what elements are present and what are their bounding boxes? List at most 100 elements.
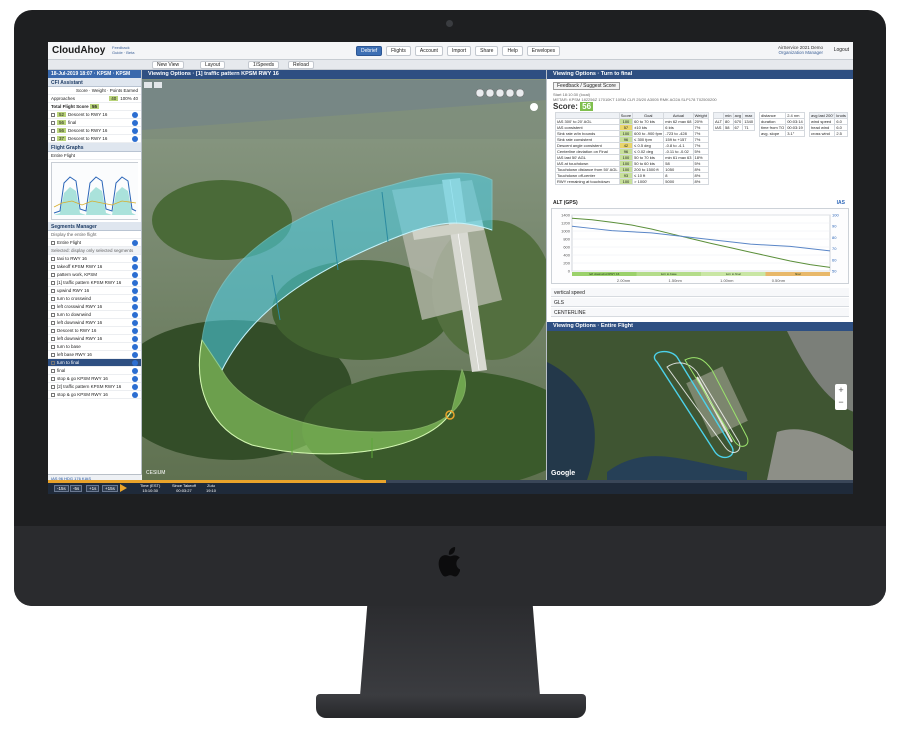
timeline-track[interactable] <box>48 480 853 483</box>
checkbox[interactable] <box>51 256 55 261</box>
segment-item[interactable]: final <box>48 367 141 375</box>
info-icon[interactable] <box>132 344 138 350</box>
segment-item[interactable]: stop & go KPSM RWY 16 <box>48 391 141 399</box>
entire-flight-item[interactable]: Entire Flight <box>48 239 141 247</box>
info-icon[interactable] <box>132 320 138 326</box>
checkbox[interactable] <box>51 280 55 285</box>
cesium-credit[interactable]: CESIUM <box>146 470 165 476</box>
flight-graphs-sub[interactable]: Entire Flight <box>48 152 141 160</box>
checkbox[interactable] <box>51 272 55 277</box>
centerline-row[interactable]: CENTERLINE <box>551 308 849 317</box>
info-icon[interactable] <box>132 360 138 366</box>
checkbox[interactable] <box>51 288 55 293</box>
map-zoom-control[interactable]: + − <box>835 384 847 410</box>
back-5s-button[interactable]: -5s <box>70 485 83 492</box>
info-icon[interactable] <box>132 280 138 286</box>
alt-chart-label[interactable]: ALT (GPS) <box>553 200 578 206</box>
checkbox[interactable] <box>51 328 55 333</box>
checkbox[interactable] <box>51 264 55 269</box>
info-icon[interactable] <box>132 272 138 278</box>
cfi-assistant-title[interactable]: CFI Assistant <box>48 78 141 87</box>
gls-row[interactable]: GLS <box>551 298 849 307</box>
vertical-speed-row[interactable]: vertical speed <box>551 288 849 297</box>
info-icon[interactable] <box>132 288 138 294</box>
segment-item[interactable]: left base RWY 16 <box>48 351 141 359</box>
checkbox[interactable] <box>51 376 55 381</box>
checkbox[interactable] <box>51 392 55 397</box>
ias-chart-label[interactable]: IAS <box>837 200 845 206</box>
segment-item[interactable]: turn to crosswind <box>48 295 141 303</box>
info-icon[interactable] <box>132 368 138 374</box>
segment-item[interactable]: stop & go KPSM RWY 16 <box>48 375 141 383</box>
3d-view[interactable]: Viewing Options · [1] traffic pattern KP… <box>142 70 546 480</box>
nav-envelopes[interactable]: Envelopes <box>526 46 561 56</box>
segment-item[interactable]: left downwind RWY 16 <box>48 319 141 327</box>
segment-item[interactable]: takeoff KPSM RWY 16 <box>48 263 141 271</box>
score-item[interactable]: 37 Descent to RWY 16 <box>48 135 141 143</box>
info-icon[interactable] <box>132 264 138 270</box>
info-icon[interactable] <box>132 336 138 342</box>
new-view-button[interactable]: New View <box>152 61 185 69</box>
segment-item[interactable]: [1] traffic pattern KPSM RWY 16 <box>48 279 141 287</box>
checkbox[interactable] <box>51 336 55 341</box>
info-icon[interactable] <box>132 256 138 262</box>
info-icon[interactable] <box>132 328 138 334</box>
checkbox[interactable] <box>51 312 55 317</box>
zoom-in-button[interactable]: + <box>835 384 847 396</box>
nav-flights[interactable]: Flights <box>386 46 411 56</box>
nav-import[interactable]: Import <box>446 46 472 56</box>
forward-1s-button[interactable]: +1s <box>86 485 100 492</box>
layout-button[interactable]: Layout <box>200 61 226 69</box>
checkbox[interactable] <box>51 352 55 357</box>
map-view[interactable]: Viewing Options · Entire Flight + − Goog… <box>546 322 853 480</box>
alt-ias-chart[interactable]: 0 200 400 600 800 1000 1200 1400 50 60 70 80 90 100 le… <box>551 208 849 284</box>
info-icon[interactable] <box>132 352 138 358</box>
nav-debrief[interactable]: Debrief <box>356 46 383 56</box>
segment-item[interactable]: pattern work, KPSM <box>48 271 141 279</box>
segment-item[interactable]: left crosswind RWY 16 <box>48 303 141 311</box>
segment-item[interactable]: Descent to RWY 16 <box>48 327 141 335</box>
reload-button[interactable]: Reload <box>288 61 314 69</box>
flight-header[interactable]: 18-Jul-2019 18:07 · KPSM · KPSM <box>48 70 141 78</box>
info-icon[interactable] <box>132 376 138 382</box>
zoom-out-button[interactable]: − <box>835 396 847 408</box>
speeds-button[interactable]: 1\Speeds <box>248 61 280 69</box>
nav-account[interactable]: Account <box>414 46 443 56</box>
score-item[interactable]: 56 Descent to RWY 16 <box>48 127 141 135</box>
segment-item[interactable]: left downwind RWY 16 <box>48 335 141 343</box>
info-icon[interactable] <box>132 312 138 318</box>
viewing-options-tab[interactable]: Viewing Options <box>553 323 596 329</box>
nav-share[interactable]: Share <box>475 46 499 56</box>
segment-item[interactable]: turn to base <box>48 343 141 351</box>
user-info[interactable]: AirService 2021 Demo Organization Manage… <box>778 45 823 55</box>
viewing-options-tab[interactable]: Viewing Options <box>553 71 596 77</box>
score-item[interactable]: 52 Descent to RWY 16 <box>48 111 141 119</box>
play-icon[interactable] <box>120 484 127 492</box>
feedback-button[interactable]: Feedback / Suggest Score <box>553 82 620 90</box>
info-icon[interactable] <box>132 304 138 310</box>
segment-item[interactable]: taxi to RWY 16 <box>48 255 141 263</box>
brand-logo[interactable]: CloudAhoy <box>52 45 105 56</box>
checkbox[interactable] <box>51 304 55 309</box>
back-15s-button[interactable]: -15s <box>54 485 69 492</box>
checkbox[interactable] <box>51 368 55 373</box>
score-item[interactable]: 56 final <box>48 119 141 127</box>
nav-help[interactable]: Help <box>502 46 523 56</box>
segments-manager-title[interactable]: Segments Manager <box>48 222 141 231</box>
viewing-options-tab[interactable]: Viewing Options <box>148 71 191 77</box>
checkbox[interactable] <box>51 296 55 301</box>
checkbox[interactable] <box>51 320 55 325</box>
segment-item[interactable]: [2] traffic pattern KPSM RWY 16 <box>48 383 141 391</box>
info-icon[interactable] <box>132 384 138 390</box>
brand-links[interactable]: Feedback Guide · Beta <box>112 45 134 55</box>
info-icon[interactable] <box>132 296 138 302</box>
timeline-progress[interactable] <box>48 480 387 483</box>
forward-15s-button[interactable]: +15s <box>102 485 118 492</box>
segment-item[interactable]: upwind RWY 16 <box>48 287 141 295</box>
segment-item[interactable]: turn to final <box>48 359 141 367</box>
segment-item[interactable]: turn to downwind <box>48 311 141 319</box>
info-icon[interactable] <box>132 392 138 398</box>
checkbox[interactable] <box>51 384 55 389</box>
checkbox[interactable] <box>51 344 55 349</box>
logout-button[interactable]: Logout <box>834 47 849 53</box>
